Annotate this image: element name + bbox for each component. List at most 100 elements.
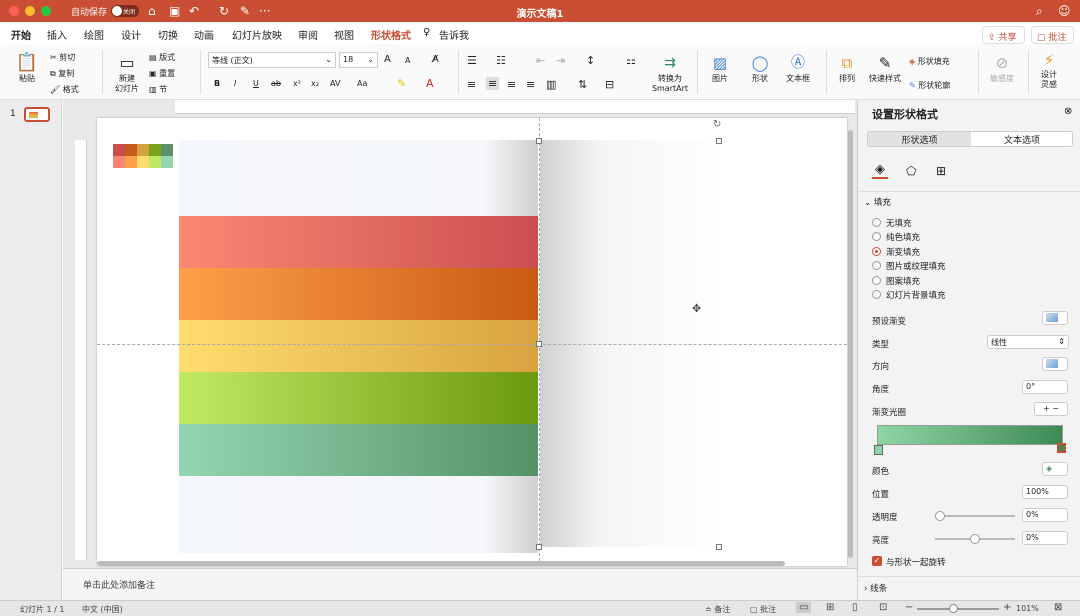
columns-icon[interactable]: ▥ — [546, 78, 556, 91]
zoom-level[interactable]: 101% — [1016, 604, 1039, 613]
color-stripe[interactable] — [179, 268, 538, 320]
resize-handle[interactable] — [536, 544, 542, 550]
transparency-slider[interactable] — [935, 515, 1015, 517]
grow-font-button[interactable]: A — [384, 54, 391, 65]
new-slide-button[interactable]: ▭ 新建 幻灯片 — [110, 52, 144, 94]
decrease-indent-icon[interactable]: ⇤ — [536, 54, 545, 67]
layout-button[interactable]: ▤ 版式 — [149, 52, 175, 63]
transparency-input[interactable]: 0% — [1022, 508, 1068, 522]
zoom-out-icon[interactable]: − — [905, 602, 913, 613]
char-spacing-button[interactable]: AV — [330, 79, 340, 88]
tab-insert[interactable]: 插入 — [47, 27, 67, 42]
numbering-icon[interactable]: ☷ — [496, 54, 506, 67]
brightness-slider-knob[interactable] — [970, 534, 980, 544]
quick-styles-button[interactable]: ✎ 快速样式 — [866, 52, 904, 84]
color-stripe[interactable] — [179, 320, 538, 372]
close-panel-icon[interactable]: ⊗ — [1064, 106, 1072, 117]
color-stripe[interactable] — [179, 372, 538, 424]
underline-button[interactable]: U — [253, 79, 259, 88]
font-size-select[interactable]: 18 ⌄ — [339, 52, 378, 68]
brightness-input[interactable]: 0% — [1022, 531, 1068, 545]
tab-animations[interactable]: 动画 — [194, 27, 214, 42]
search-icon[interactable]: ⌕ — [1036, 4, 1043, 18]
designer-button[interactable]: ⚡ 设计 灵感 — [1034, 50, 1064, 90]
fill-option-radio[interactable] — [872, 290, 881, 299]
reading-view-icon[interactable]: ▯ — [852, 602, 858, 613]
gradient-type-select[interactable]: 线性 ⇕ — [987, 335, 1069, 349]
comments-status-button[interactable]: ▢ 批注 — [750, 604, 776, 615]
color-stripe[interactable] — [179, 424, 538, 476]
normal-view-icon[interactable]: ▭ — [796, 602, 812, 613]
line-spacing-icon[interactable]: ↕ — [586, 54, 595, 67]
angle-input[interactable]: 0° — [1022, 380, 1068, 394]
shrink-font-button[interactable]: A — [405, 56, 410, 65]
gradient-bar[interactable] — [877, 425, 1063, 445]
highlight-icon[interactable]: ✎ — [397, 77, 406, 90]
clear-format-icon[interactable]: A̸ — [432, 54, 439, 65]
zoom-slider-knob[interactable] — [949, 604, 958, 613]
subscript-button[interactable]: x₂ — [311, 79, 319, 88]
slide-sorter-icon[interactable]: ⊞ — [826, 602, 834, 613]
rotate-handle-icon[interactable]: ↻ — [713, 119, 721, 130]
textbox-button[interactable]: Ⓐ 文本框 — [780, 52, 816, 84]
tab-text-options[interactable]: 文本选项 — [971, 132, 1073, 146]
tab-review[interactable]: 审阅 — [298, 27, 318, 42]
line-section-header[interactable]: › 线条 — [864, 582, 887, 594]
fill-option-radio[interactable] — [872, 246, 881, 256]
section-button[interactable]: ▥ 节 — [149, 84, 167, 95]
text-direction-icon[interactable]: ⇅ — [578, 78, 587, 91]
resize-handle[interactable] — [716, 544, 722, 550]
reset-button[interactable]: ▣ 重置 — [149, 68, 175, 79]
convert-smartart-button[interactable]: ⇉ 转换为 SmartArt — [648, 52, 692, 94]
slideshow-icon[interactable]: ⊡ — [879, 602, 887, 613]
fill-option-radio[interactable] — [872, 232, 881, 242]
change-case-button[interactable]: Aa — [357, 79, 367, 88]
tab-draw[interactable]: 绘图 — [84, 27, 104, 42]
italic-button[interactable]: I — [234, 79, 236, 88]
fill-option-radio[interactable] — [872, 261, 881, 271]
sensitivity-button[interactable]: ⊘ 敏感度 — [984, 52, 1020, 84]
resize-handle[interactable] — [716, 138, 722, 144]
size-properties-icon[interactable]: ⊞ — [936, 164, 946, 178]
share-button[interactable]: ⇪ 共享 — [982, 26, 1025, 44]
strikethrough-button[interactable]: ab — [271, 79, 281, 88]
tab-home[interactable]: 开始 — [11, 27, 31, 47]
transparency-slider-knob[interactable] — [935, 511, 945, 521]
user-icon[interactable]: ☺ — [1058, 4, 1071, 18]
font-color-icon[interactable]: A — [426, 77, 434, 90]
fill-option-radio[interactable] — [872, 275, 881, 285]
shape-fill-button[interactable]: ◈ 形状填充 — [909, 56, 950, 67]
preset-gradient-picker[interactable] — [1042, 311, 1068, 325]
tell-me[interactable]: 告诉我 — [439, 27, 469, 42]
cut-button[interactable]: ✂ 剪切 — [50, 52, 75, 63]
add-remove-stop[interactable]: + − — [1034, 402, 1068, 416]
align-center-icon[interactable]: ≡ — [486, 77, 500, 90]
shape-outline-button[interactable]: ✎ 形状轮廓 — [909, 80, 950, 91]
align-text-icon[interactable]: ⊟ — [605, 78, 614, 91]
tab-transitions[interactable]: 切换 — [158, 27, 178, 42]
gradient-stop-start[interactable] — [874, 445, 883, 455]
bullets-icon[interactable]: ☰ — [467, 54, 477, 67]
gradient-stop-end[interactable] — [1057, 443, 1066, 453]
tab-design[interactable]: 设计 — [121, 27, 141, 42]
plus-icon[interactable]: + — [1043, 404, 1050, 413]
superscript-button[interactable]: x² — [293, 79, 301, 88]
justify-icon[interactable]: ≡ — [526, 78, 535, 91]
minus-icon[interactable]: − — [1052, 404, 1059, 413]
language[interactable]: 中文 (中国) — [82, 604, 123, 615]
fill-section-header[interactable]: ⌄ 填充 — [864, 196, 891, 208]
color-swatch[interactable] — [113, 144, 175, 168]
zoom-in-icon[interactable]: + — [1003, 602, 1011, 613]
increase-indent-icon[interactable]: ⇥ — [556, 54, 565, 67]
effects-icon[interactable]: ⬠ — [906, 164, 916, 178]
resize-handle[interactable] — [536, 341, 542, 347]
resize-handle[interactable] — [536, 138, 542, 144]
picture-button[interactable]: ▨ 图片 — [705, 52, 735, 84]
horizontal-scrollbar[interactable] — [97, 561, 785, 566]
direction-picker[interactable] — [1042, 357, 1068, 371]
vertical-scrollbar[interactable] — [848, 130, 853, 558]
align-left-icon[interactable]: ≡ — [467, 78, 476, 91]
color-stripe[interactable] — [179, 216, 538, 268]
comments-button[interactable]: ▢ 批注 — [1031, 26, 1074, 44]
format-painter-button[interactable]: 🖌 格式 — [50, 84, 79, 95]
